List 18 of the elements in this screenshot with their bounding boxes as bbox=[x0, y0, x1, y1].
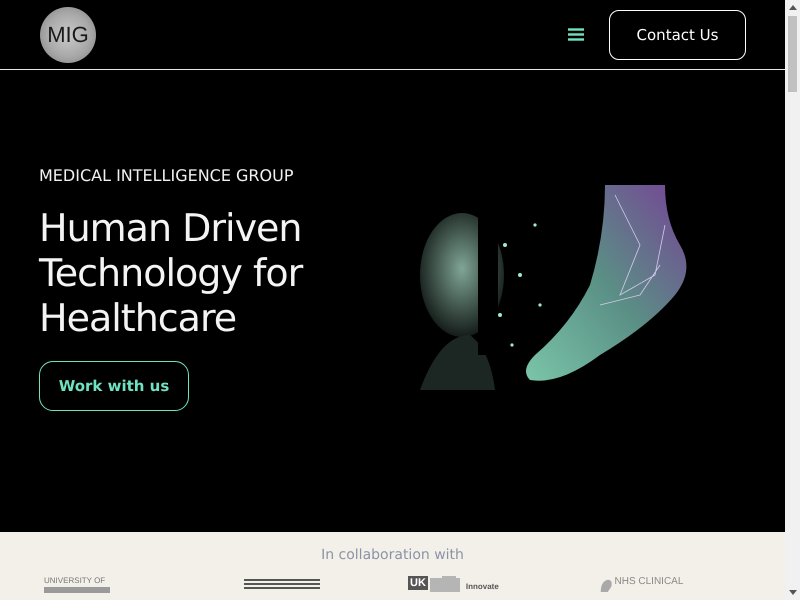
partner-logo-text: NHS CLINICAL bbox=[614, 576, 684, 588]
scrollbar-thumb[interactable] bbox=[788, 16, 797, 92]
section-heading: In collaboration with bbox=[321, 546, 464, 564]
logo[interactable]: MIG bbox=[40, 6, 96, 62]
partner-logo-text: Innovate bbox=[466, 582, 499, 591]
scrollbar[interactable] bbox=[785, 0, 800, 600]
flag-icon bbox=[430, 576, 460, 592]
hero-subtitle: MEDICAL INTELLIGENCE GROUP bbox=[39, 165, 294, 187]
partner-logo-badge: UK bbox=[408, 576, 428, 590]
scroll-down-icon[interactable] bbox=[788, 590, 796, 595]
contact-button[interactable]: Contact Us bbox=[609, 10, 746, 60]
swirl-icon bbox=[598, 578, 612, 592]
hero-title: Human Driven Technology for Healthcare bbox=[39, 206, 304, 341]
partner-logo-text: UNIVERSITY OF bbox=[44, 576, 106, 585]
scroll-up-icon[interactable] bbox=[788, 5, 796, 10]
work-with-us-button[interactable]: Work with us bbox=[39, 361, 189, 411]
striped-logo-icon bbox=[244, 579, 320, 589]
menu-icon[interactable] bbox=[568, 28, 584, 41]
